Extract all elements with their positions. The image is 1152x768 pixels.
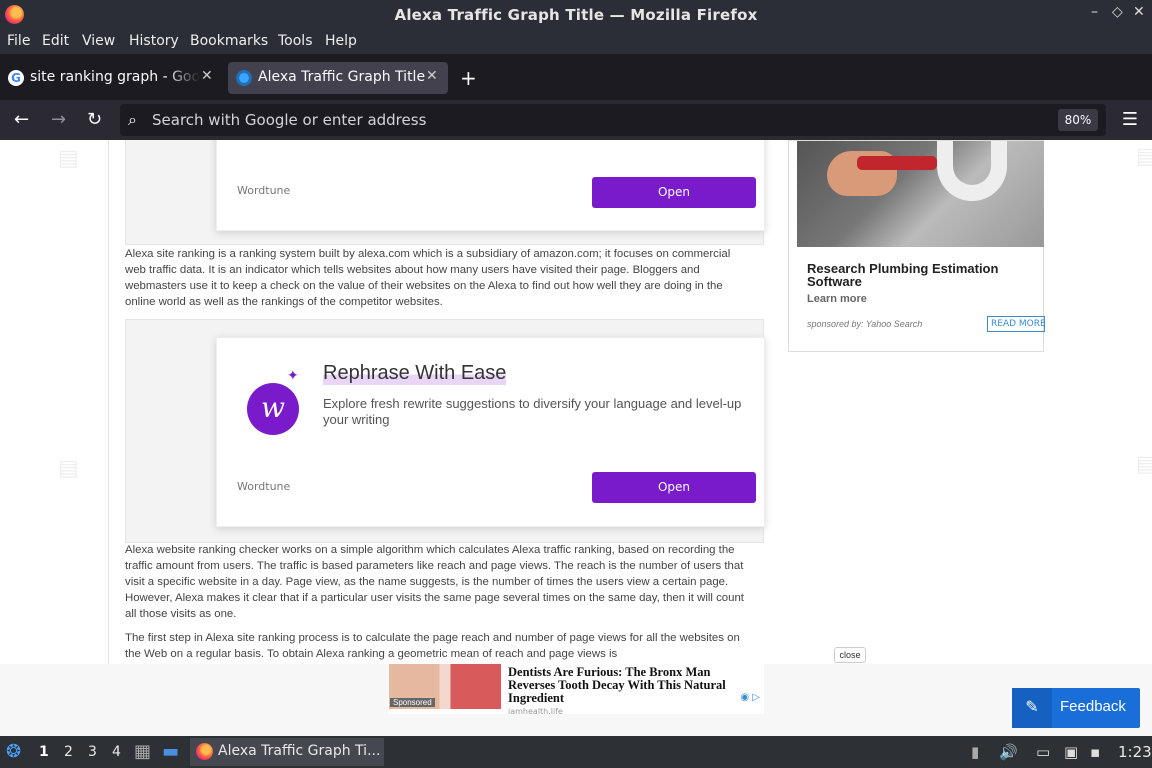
ad-close-button[interactable]: close — [834, 647, 866, 663]
ad-frame: Wordtune Open — [125, 140, 765, 245]
document-icon: ▤ — [58, 146, 79, 171]
zoom-level-button[interactable]: 80% — [1058, 109, 1098, 131]
window-title: Alexa Traffic Graph Title — Mozilla Fire… — [394, 6, 758, 24]
sponsor-title[interactable]: Research Plumbing Estimation Software — [807, 262, 1027, 288]
wordtune-ad-card[interactable]: ✦ w Rephrase With Ease Explore fresh rew… — [216, 337, 765, 527]
document-icon: ▤ — [1136, 144, 1152, 169]
wordtune-ad-card[interactable]: Wordtune Open — [216, 140, 765, 231]
tab-close-icon[interactable]: ✕ — [426, 68, 438, 84]
bottom-ad-title[interactable]: Dentists Are Furious: The Bronx Man Reve… — [508, 666, 748, 705]
ad-frame: ✦ w Rephrase With Ease Explore fresh rew… — [125, 319, 765, 543]
article-paragraph: Alexa website ranking checker works on a… — [125, 544, 744, 620]
sponsored-by-label: sponsored by: Yahoo Search — [807, 319, 923, 329]
bottom-ad-strip: close Sponsored Dentists Are Furious: Th… — [0, 647, 1152, 736]
wordtune-logo-icon: w — [247, 383, 299, 435]
start-menu-icon[interactable]: ❂ — [6, 741, 21, 762]
sparkle-icon: ✦ — [287, 368, 299, 384]
workspace-2[interactable]: 2 — [64, 744, 73, 760]
plumbing-image — [797, 141, 1044, 247]
sponsored-label: Sponsored — [390, 698, 435, 707]
document-icon: ▤ — [58, 456, 79, 481]
reload-button[interactable]: ↻ — [87, 109, 102, 130]
tab-google-search[interactable]: G site ranking graph - Google Search ✕ — [0, 62, 222, 94]
feedback-icon: ✎ — [1012, 688, 1052, 728]
bottom-ad[interactable]: Sponsored Dentists Are Furious: The Bron… — [388, 664, 764, 716]
file-manager-icon[interactable]: ▦ — [134, 741, 151, 762]
menu-edit[interactable]: Edit — [42, 33, 69, 49]
hamburger-menu-icon[interactable]: ☰ — [1122, 109, 1138, 130]
url-input[interactable] — [152, 108, 1052, 132]
menu-bar: File Edit View History Bookmarks Tools H… — [0, 30, 1152, 54]
restore-icon[interactable]: ◇ — [1112, 4, 1123, 20]
google-favicon-icon: G — [8, 70, 24, 86]
ad-headline: Rephrase With Ease — [323, 362, 507, 385]
bottom-ad-source: iamhealth.life — [508, 707, 563, 716]
navigation-bar: ← → ↻ ⌕ 80% ☰ — [0, 100, 1152, 140]
battery-icon[interactable]: ▮ — [971, 743, 979, 761]
read-more-button[interactable]: READ MORE — [987, 316, 1045, 332]
address-bar[interactable]: ⌕ 80% — [120, 104, 1106, 136]
taskbar: ❂ 1 2 3 4 ▦ ▬ Alexa Traffic Graph Ti... … — [0, 736, 1152, 768]
article-paragraph: The first step in Alexa site ranking pro… — [125, 632, 740, 660]
clipboard-icon[interactable]: ▭ — [1036, 743, 1050, 761]
page-content: ▤ ▤ ▤ ▤ Wordtune Open Alexa site ranking… — [0, 140, 1152, 664]
workspace-4[interactable]: 4 — [112, 744, 121, 760]
document-icon: ▤ — [1136, 452, 1152, 477]
taskbar-window-label: Alexa Traffic Graph Ti... — [218, 743, 380, 759]
notification-icon[interactable]: ▪ — [1090, 743, 1100, 761]
wordtune-label: Wordtune — [237, 184, 291, 197]
volume-icon[interactable]: 🔊 — [999, 743, 1018, 761]
minimize-icon[interactable]: – — [1091, 4, 1098, 20]
network-icon[interactable]: ▣ — [1064, 743, 1078, 761]
tab-alexa-traffic[interactable]: Alexa Traffic Graph Title ✕ — [228, 62, 448, 94]
workspace-1[interactable]: 1 — [39, 744, 49, 760]
window-titlebar: Alexa Traffic Graph Title — Mozilla Fire… — [0, 0, 1152, 30]
adchoices-icon[interactable]: ◉ ▷ — [740, 692, 760, 703]
wrench-shape — [857, 156, 937, 170]
divider — [108, 140, 109, 664]
open-button[interactable]: Open — [592, 472, 756, 503]
menu-help[interactable]: Help — [325, 33, 357, 49]
back-button[interactable]: ← — [14, 109, 29, 130]
sponsored-box[interactable]: Research Plumbing Estimation Software Le… — [788, 140, 1045, 352]
feedback-button[interactable]: ✎ Feedback — [1012, 688, 1140, 728]
new-tab-button[interactable]: + — [460, 66, 477, 90]
pipe-shape — [937, 141, 1007, 201]
desktop-icon[interactable]: ▬ — [162, 741, 179, 762]
tab-bar: G site ranking graph - Google Search ✕ A… — [0, 54, 1152, 100]
article-paragraph: Alexa site ranking is a ranking system b… — [125, 248, 731, 308]
workspace-3[interactable]: 3 — [88, 744, 97, 760]
site-favicon-icon — [236, 70, 252, 86]
feedback-label: Feedback — [1060, 698, 1126, 715]
tab-close-icon[interactable]: ✕ — [201, 68, 213, 84]
open-button[interactable]: Open — [592, 177, 756, 208]
menu-tools[interactable]: Tools — [278, 33, 313, 49]
menu-bookmarks[interactable]: Bookmarks — [190, 33, 268, 49]
search-icon: ⌕ — [128, 110, 137, 129]
tab-label: site ranking graph - Google Search — [30, 69, 200, 85]
taskbar-firefox-window[interactable]: Alexa Traffic Graph Ti... — [190, 738, 384, 766]
menu-file[interactable]: File — [7, 33, 30, 49]
menu-history[interactable]: History — [129, 33, 179, 49]
menu-view[interactable]: View — [82, 33, 115, 49]
tab-label: Alexa Traffic Graph Title — [258, 69, 426, 85]
wordtune-label: Wordtune — [237, 480, 291, 493]
learn-more-link[interactable]: Learn more — [807, 293, 867, 305]
clock: 1:23 — [1118, 743, 1152, 761]
forward-button[interactable]: → — [51, 109, 66, 130]
ad-description: Explore fresh rewrite suggestions to div… — [323, 396, 742, 427]
firefox-icon — [196, 743, 213, 760]
close-icon[interactable]: ✕ — [1133, 4, 1145, 20]
